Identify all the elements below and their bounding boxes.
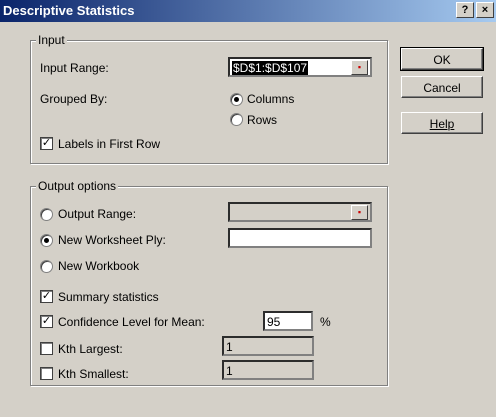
confidence-level-field[interactable]: 95 (263, 311, 313, 331)
new-worksheet-field[interactable] (228, 228, 372, 248)
confidence-level-checkbox[interactable]: ✓ (40, 315, 53, 328)
checkmark-icon: ✓ (41, 290, 52, 302)
kth-largest-field[interactable]: 1 (222, 336, 314, 356)
title-bar: Descriptive Statistics ? × (0, 0, 496, 22)
output-range-label[interactable]: Output Range: (58, 207, 136, 221)
summary-statistics-checkbox[interactable]: ✓ (40, 290, 53, 303)
confidence-level-value: 95 (267, 315, 281, 329)
help-button[interactable]: Help (401, 112, 483, 134)
labels-first-row-label[interactable]: Labels in First Row (58, 137, 160, 151)
cancel-button[interactable]: Cancel (401, 76, 483, 98)
kth-smallest-label[interactable]: Kth Smallest: (58, 367, 129, 381)
input-range-value: $D$1:$D$107 (232, 61, 309, 75)
input-range-field[interactable]: $D$1:$D$107 ▪ (228, 57, 372, 77)
checkmark-icon: ✓ (41, 315, 52, 327)
summary-statistics-label[interactable]: Summary statistics (58, 290, 159, 304)
kth-smallest-checkbox[interactable] (40, 367, 53, 380)
new-worksheet-label[interactable]: New Worksheet Ply: (58, 233, 166, 247)
kth-largest-value: 1 (226, 340, 233, 354)
input-range-label: Input Range: (40, 61, 109, 75)
kth-smallest-value: 1 (226, 364, 233, 378)
kth-smallest-field[interactable]: 1 (222, 360, 314, 380)
checkmark-icon: ✓ (41, 137, 52, 149)
rows-label[interactable]: Rows (247, 113, 277, 127)
help-button-label: Help (429, 117, 455, 131)
ok-button[interactable]: OK (400, 47, 484, 71)
close-icon[interactable]: × (476, 2, 494, 18)
collapse-dialog-icon[interactable]: ▪ (351, 60, 368, 75)
kth-largest-checkbox[interactable] (40, 342, 53, 355)
new-workbook-label[interactable]: New Workbook (58, 259, 139, 273)
kth-largest-label[interactable]: Kth Largest: (58, 342, 123, 356)
output-range-radio[interactable] (40, 208, 53, 221)
new-worksheet-radio[interactable] (40, 234, 53, 247)
output-range-field[interactable]: ▪ (228, 202, 372, 222)
rows-radio[interactable] (230, 113, 243, 126)
output-legend: Output options (36, 179, 119, 193)
help-icon[interactable]: ? (456, 2, 474, 18)
labels-first-row-checkbox[interactable]: ✓ (40, 137, 53, 150)
columns-label[interactable]: Columns (247, 92, 294, 106)
new-workbook-radio[interactable] (40, 260, 53, 273)
grouped-by-label: Grouped By: (40, 92, 108, 106)
collapse-dialog-icon[interactable]: ▪ (351, 205, 368, 220)
window-title: Descriptive Statistics (3, 3, 135, 18)
percent-unit: % (320, 315, 331, 329)
input-legend: Input (36, 33, 67, 47)
confidence-level-label[interactable]: Confidence Level for Mean: (58, 315, 205, 329)
columns-radio[interactable] (230, 93, 243, 106)
